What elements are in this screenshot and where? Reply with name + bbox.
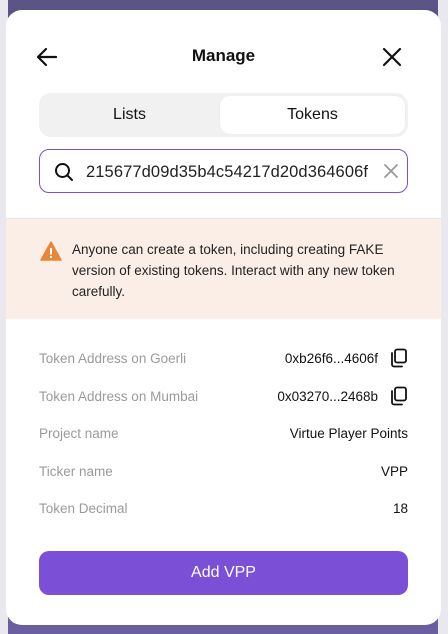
detail-label: Ticker name	[39, 463, 113, 479]
tab-group: Lists Tokens	[39, 93, 408, 137]
detail-value: Virtue Player Points	[289, 426, 408, 441]
detail-value: VPP	[380, 463, 408, 479]
clear-icon[interactable]	[382, 162, 400, 180]
modal-title: Manage	[191, 46, 256, 65]
modal-header: Manage	[6, 10, 441, 100]
detail-label: Token Address on Goerli	[39, 351, 187, 366]
token-details: Token Address on Goerli 0xb26f6...4606f …	[39, 342, 408, 530]
copy-icon[interactable]	[390, 386, 408, 406]
detail-value: 0x03270...2468b	[277, 388, 378, 404]
copy-icon[interactable]	[390, 348, 408, 368]
detail-value: 0xb26f6...4606f	[284, 351, 378, 366]
warning-banner: Anyone can create a token, including cre…	[6, 219, 441, 319]
search-box	[39, 149, 408, 193]
tab-tokens[interactable]: Tokens	[220, 96, 405, 134]
detail-row-goerli-address: Token Address on Goerli 0xb26f6...4606f	[39, 342, 408, 380]
detail-label: Token Decimal	[39, 501, 128, 516]
close-icon[interactable]	[378, 43, 406, 71]
detail-label: Token Address on Mumbai	[39, 388, 199, 404]
manage-modal: Manage Lists Tokens 215677d09d35b4c54217…	[6, 10, 441, 625]
detail-row-ticker-name: Ticker name VPP	[39, 455, 408, 493]
warning-text: Anyone can create a token, including cre…	[72, 242, 395, 299]
warning-icon	[40, 241, 62, 261]
tab-lists[interactable]: Lists	[42, 96, 217, 134]
search-input[interactable]	[84, 158, 378, 186]
search-icon	[54, 162, 74, 182]
detail-value: 18	[392, 501, 408, 516]
detail-label: Project name	[39, 426, 119, 441]
detail-row-mumbai-address: Token Address on Mumbai 0x03270...2468b	[39, 380, 408, 418]
detail-row-project-name: Project name Virtue Player Points	[39, 417, 408, 455]
detail-row-token-decimal: Token Decimal 18	[39, 492, 408, 530]
add-token-button[interactable]: Add VPP	[39, 551, 408, 595]
